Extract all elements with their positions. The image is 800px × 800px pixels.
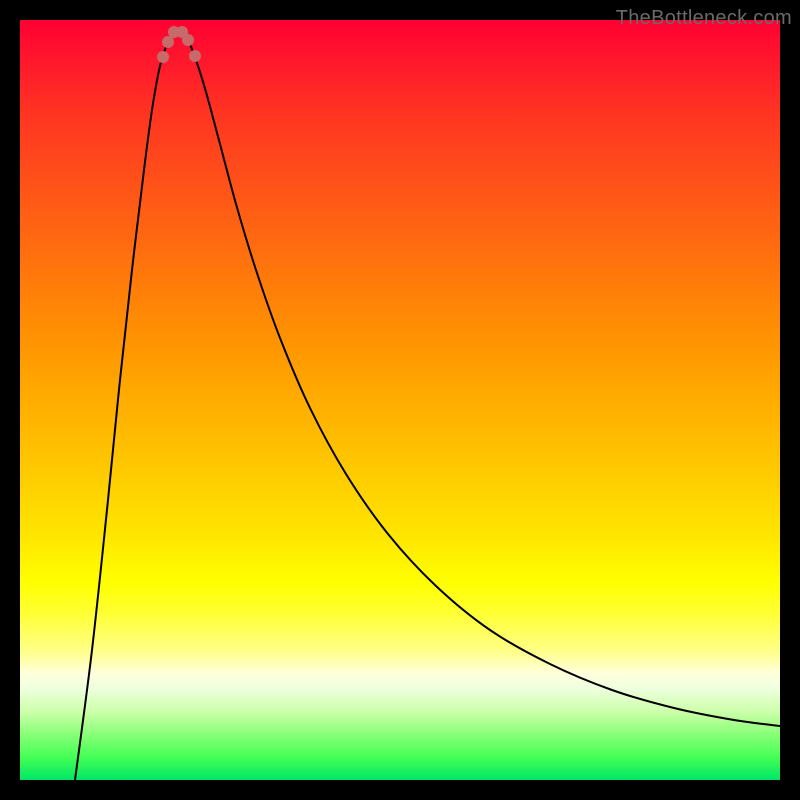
marker-dot	[157, 51, 169, 63]
marker-dots	[157, 26, 201, 63]
plot-area	[20, 20, 780, 780]
marker-dot	[189, 50, 201, 62]
bottleneck-curve	[75, 30, 780, 780]
watermark-text: TheBottleneck.com	[616, 7, 792, 30]
marker-dot	[162, 36, 174, 48]
marker-dot	[182, 34, 194, 46]
curve-svg	[20, 20, 780, 780]
